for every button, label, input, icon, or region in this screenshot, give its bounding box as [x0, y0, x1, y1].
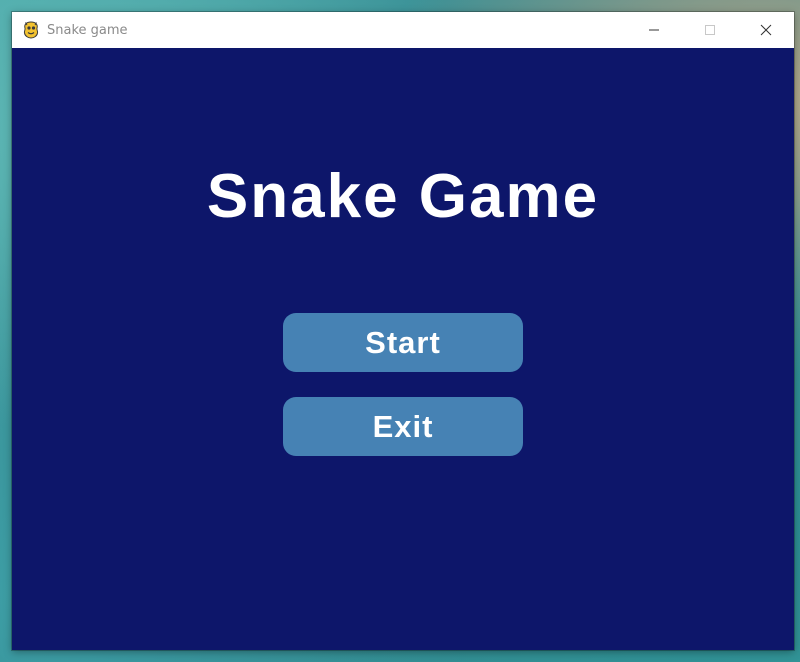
window-title: Snake game: [47, 22, 128, 38]
window-controls: [626, 12, 794, 48]
maximize-icon: [704, 21, 716, 40]
close-icon: [760, 21, 772, 40]
title-bar[interactable]: Snake game: [12, 12, 794, 48]
game-title: Snake Game: [206, 162, 600, 231]
maximize-button[interactable]: [682, 12, 738, 48]
game-canvas: Snake Game Start Exit: [12, 48, 794, 650]
start-button[interactable]: Start: [283, 313, 523, 372]
app-window: Snake game Snake Game Start Exit: [12, 12, 794, 650]
minimize-button[interactable]: [626, 12, 682, 48]
exit-button[interactable]: Exit: [283, 397, 523, 456]
pygame-snake-icon: [22, 21, 40, 39]
minimize-icon: [648, 21, 660, 40]
close-button[interactable]: [738, 12, 794, 48]
